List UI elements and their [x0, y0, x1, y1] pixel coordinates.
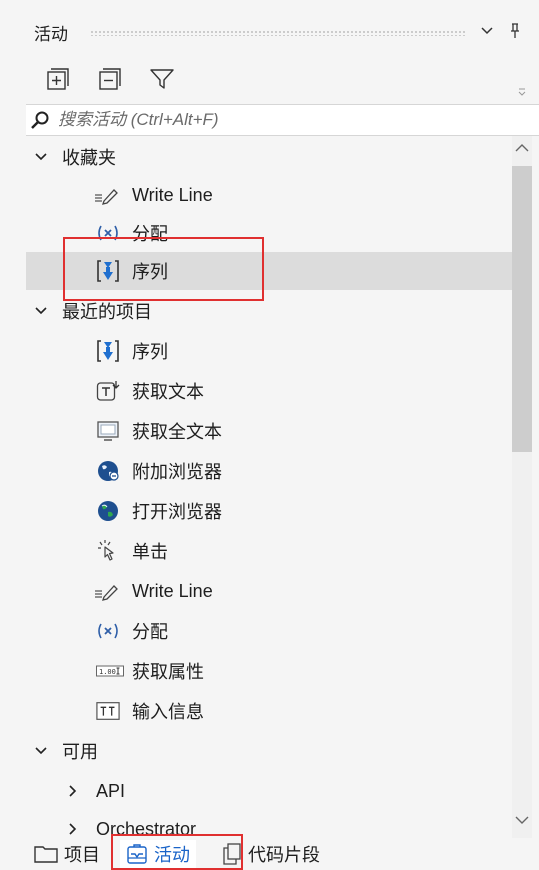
tree-item-api[interactable]: API	[26, 772, 512, 810]
chevron-right-icon[interactable]	[66, 784, 80, 798]
chevron-down-icon[interactable]	[476, 20, 498, 42]
tree-item[interactable]: 分配	[26, 214, 512, 252]
sequence-icon	[96, 339, 120, 363]
expand-all-icon[interactable]	[42, 64, 74, 94]
search-input[interactable]	[56, 109, 500, 131]
tree-group-recent[interactable]: 最近的项目	[26, 292, 512, 330]
activities-icon	[126, 843, 148, 865]
tree-item[interactable]: Write Line	[26, 572, 512, 610]
scrollbar-thumb[interactable]	[512, 166, 532, 452]
tree-item-label: 分配	[132, 622, 168, 642]
chevron-down-icon[interactable]	[34, 744, 48, 758]
folder-icon	[34, 845, 58, 863]
collapse-all-icon[interactable]	[94, 64, 126, 94]
tree-item-orchestrator[interactable]: Orchestrator	[26, 810, 512, 841]
write-line-icon	[94, 579, 118, 603]
tree-group-favorites[interactable]: 收藏夹	[26, 138, 512, 176]
tree-item-label: 获取文本	[132, 382, 204, 402]
tree-item-label: Write Line	[132, 184, 213, 205]
tab-label: 活动	[154, 845, 190, 865]
tree-item-label: 序列	[132, 262, 168, 282]
tree-item[interactable]: 获取文本	[26, 372, 512, 410]
tree-item-label: Write Line	[132, 580, 213, 601]
tree-item-label: API	[96, 780, 126, 801]
filter-icon[interactable]	[146, 64, 178, 94]
tree-item-label: Orchestrator	[96, 818, 197, 839]
tab-label: 代码片段	[248, 845, 320, 865]
scroll-up-icon[interactable]	[515, 140, 529, 158]
tree-scrollbar[interactable]	[512, 136, 532, 841]
get-full-text-icon	[96, 419, 120, 443]
tree-item[interactable]: Write Line	[26, 176, 512, 214]
tab-snippets[interactable]: 代码片段	[222, 840, 320, 868]
get-text-icon	[96, 379, 120, 403]
tree-item[interactable]: 附加浏览器	[26, 452, 512, 490]
tree-group-label: 收藏夹	[62, 148, 116, 168]
tab-project[interactable]: 项目	[34, 840, 100, 868]
attach-browser-icon	[96, 459, 120, 483]
open-browser-icon	[96, 499, 120, 523]
tree-item-label: 序列	[132, 342, 168, 362]
tree-item-label: 输入信息	[132, 702, 204, 722]
bottom-tab-bar: 项目 活动 代码片段	[26, 838, 539, 870]
tree-item[interactable]: 输入信息	[26, 692, 512, 730]
write-line-icon	[94, 183, 118, 207]
tree-item-label: 附加浏览器	[132, 462, 222, 482]
pin-icon[interactable]	[504, 20, 526, 42]
tree-group-label: 可用	[62, 742, 98, 762]
tree-item[interactable]: 打开浏览器	[26, 492, 512, 530]
titlebar-grip	[90, 30, 466, 36]
tree-group-available[interactable]: 可用	[26, 732, 512, 770]
search-icon	[30, 110, 50, 130]
tree-item-selected[interactable]: 序列	[26, 252, 512, 290]
svg-text:1.00: 1.00	[99, 668, 116, 676]
click-icon	[96, 539, 120, 563]
tree-item[interactable]: 获取全文本	[26, 412, 512, 450]
tree-item[interactable]: 分配	[26, 612, 512, 650]
activities-tree: 收藏夹 Write Line 分配 序列 最近的项目 序列 获取文本 获取全文本…	[26, 136, 512, 841]
tree-item-label: 单击	[132, 542, 168, 562]
sequence-icon	[96, 259, 120, 283]
tree-group-label: 最近的项目	[62, 302, 152, 322]
activities-panel: 活动 搜索活动 (Ctrl+Alt+F) 收藏夹 Write Line 分配 序…	[0, 0, 539, 870]
tree-item-label: 打开浏览器	[132, 502, 222, 522]
chevron-down-icon[interactable]	[34, 304, 48, 318]
assign-icon	[96, 221, 120, 245]
snippets-icon	[222, 843, 242, 865]
tree-item[interactable]: 单击	[26, 532, 512, 570]
tree-item-label: 获取全文本	[132, 422, 222, 442]
chevron-down-icon[interactable]	[34, 150, 48, 164]
toolbar-overflow-icon[interactable]	[517, 84, 527, 96]
chevron-right-icon[interactable]	[66, 822, 80, 836]
assign-icon	[96, 619, 120, 643]
tab-label: 项目	[64, 845, 100, 865]
type-into-icon	[96, 699, 120, 723]
tree-item-label: 获取属性	[132, 662, 204, 682]
get-attribute-icon: 1.00	[96, 659, 124, 683]
search-bar	[26, 104, 539, 136]
scroll-down-icon[interactable]	[515, 812, 529, 830]
tree-item[interactable]: 1.00 获取属性	[26, 652, 512, 690]
panel-titlebar: 活动	[0, 12, 539, 52]
tree-item-label: 分配	[132, 224, 168, 244]
panel-toolbar	[0, 54, 539, 104]
tab-activities[interactable]: 活动	[120, 840, 196, 868]
panel-title: 活动	[34, 24, 68, 44]
tree-item[interactable]: 序列	[26, 332, 512, 370]
